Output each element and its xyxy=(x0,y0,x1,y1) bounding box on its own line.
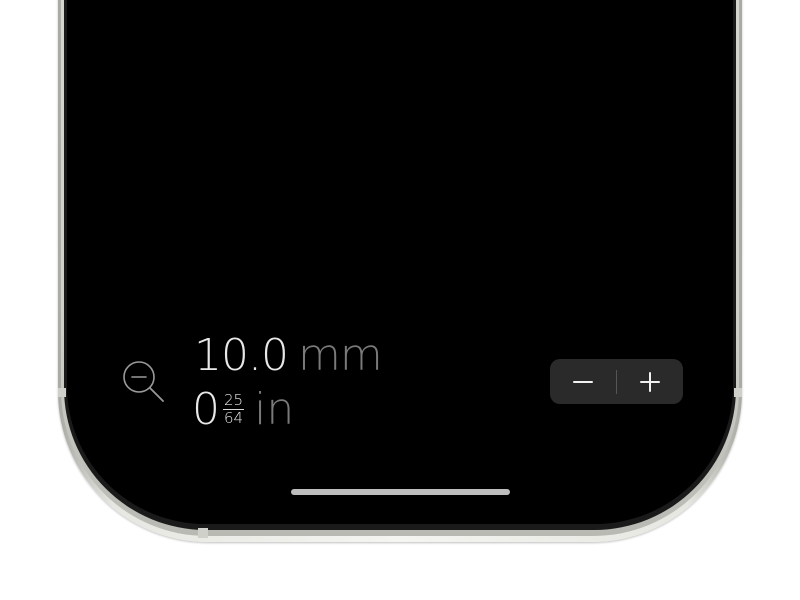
size-stepper xyxy=(550,359,683,404)
decrement-button[interactable] xyxy=(550,359,616,404)
millimeter-unit: mm xyxy=(297,330,383,381)
phone-screen xyxy=(67,0,733,524)
antenna-band-right xyxy=(734,388,742,397)
antenna-band-left xyxy=(58,388,66,397)
inch-fraction-numerator: 25 xyxy=(223,390,245,410)
increment-button[interactable] xyxy=(617,359,683,404)
inch-fraction-denominator: 64 xyxy=(224,408,244,427)
home-indicator[interactable] xyxy=(291,489,510,495)
inch-readout: 0 25 64 in xyxy=(192,383,295,435)
millimeter-value: 10.0 xyxy=(194,330,289,381)
inch-whole-value: 0 xyxy=(192,383,220,435)
device-stage: 10.0 mm 0 25 64 in xyxy=(0,0,800,600)
zoom-out-icon[interactable] xyxy=(120,358,166,404)
millimeter-readout: 10.0 mm xyxy=(194,330,383,381)
inch-fraction: 25 64 xyxy=(223,390,245,427)
antenna-band-bottom xyxy=(198,528,208,538)
plus-icon xyxy=(640,371,660,392)
inch-unit: in xyxy=(254,383,295,435)
minus-icon xyxy=(573,380,593,383)
